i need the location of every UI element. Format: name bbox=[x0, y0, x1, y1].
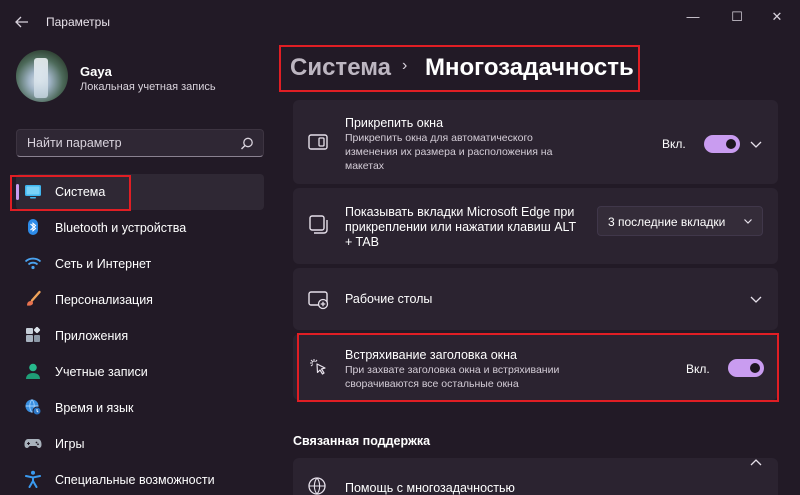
chevron-down-icon[interactable] bbox=[748, 136, 764, 152]
snap-toggle[interactable] bbox=[704, 135, 740, 153]
sidebar-item-gaming[interactable]: Игры bbox=[16, 426, 264, 462]
toggle-knob bbox=[750, 363, 760, 373]
sidebar-item-label: Bluetooth и устройства bbox=[55, 221, 187, 235]
apps-icon bbox=[26, 326, 41, 342]
page-title: Многозадачность bbox=[425, 54, 634, 81]
sidebar-item-label: Персонализация bbox=[55, 293, 153, 307]
chevron-down-icon bbox=[744, 219, 752, 224]
cursor-shake-icon bbox=[310, 359, 326, 375]
sidebar-nav: Система Bluetooth и устройства Сеть и Ин… bbox=[16, 174, 264, 495]
brush-icon bbox=[27, 290, 41, 306]
sidebar-item-network[interactable]: Сеть и Интернет bbox=[16, 246, 264, 282]
toggle-knob bbox=[726, 139, 736, 149]
sidebar-item-apps[interactable]: Приложения bbox=[16, 318, 264, 354]
multitasking-help-card[interactable]: Помощь с многозадачностью bbox=[293, 458, 778, 495]
multitask-window-icon bbox=[309, 215, 328, 234]
accessibility-icon bbox=[25, 470, 41, 488]
search-input[interactable]: Найти параметр bbox=[16, 129, 264, 157]
sidebar-item-label: Учетные записи bbox=[55, 365, 148, 379]
search-icon[interactable] bbox=[239, 136, 255, 152]
snap-title: Прикрепить окна bbox=[345, 116, 444, 130]
sidebar-item-bluetooth[interactable]: Bluetooth и устройства bbox=[16, 210, 264, 246]
globe-icon bbox=[308, 477, 326, 495]
snap-layout-icon bbox=[308, 134, 328, 150]
sidebar-item-label: Система bbox=[55, 185, 106, 199]
sidebar-item-personalization[interactable]: Персонализация bbox=[16, 282, 264, 318]
related-support-heading: Связанная поддержка bbox=[293, 434, 431, 448]
dropdown-selected-value: 3 последние вкладки bbox=[608, 215, 726, 229]
profile-name: Gaya bbox=[80, 64, 112, 79]
edge-tabs-dropdown[interactable]: 3 последние вкладки bbox=[597, 206, 763, 236]
title-bar-shake-title: Встряхивание заголовка окна bbox=[345, 348, 518, 362]
snap-toggle-label: Вкл. bbox=[662, 137, 686, 151]
title-bar-shake-toggle-label: Вкл. bbox=[686, 362, 710, 376]
breadcrumb-separator: › bbox=[402, 57, 408, 74]
sidebar-item-accounts[interactable]: Учетные записи bbox=[16, 354, 264, 390]
search-placeholder: Найти параметр bbox=[27, 136, 122, 150]
breadcrumb-parent[interactable]: Система bbox=[290, 54, 391, 82]
avatar[interactable] bbox=[16, 50, 68, 102]
desktops-icon bbox=[308, 291, 329, 310]
sidebar-item-label: Приложения bbox=[55, 329, 129, 343]
edge-tabs-title: Показывать вкладки Microsoft Edge при пр… bbox=[345, 205, 576, 249]
snap-description: Прикрепить окна для автоматического изме… bbox=[345, 132, 553, 172]
desktops-card[interactable]: Рабочие столы bbox=[293, 268, 778, 330]
sidebar-item-accessibility[interactable]: Специальные возможности bbox=[16, 462, 264, 495]
title-bar: Параметры — ☐ ✕ bbox=[0, 0, 800, 44]
wifi-icon bbox=[24, 257, 42, 270]
chevron-down-icon[interactable] bbox=[748, 291, 764, 307]
title-bar-shake-card: Встряхивание заголовка окна При захвате … bbox=[293, 334, 778, 400]
sidebar-item-label: Сеть и Интернет bbox=[55, 257, 152, 271]
sidebar-item-label: Игры bbox=[55, 437, 85, 451]
snap-windows-card[interactable]: Прикрепить окна Прикрепить окна для авто… bbox=[293, 100, 778, 184]
sidebar-item-label: Специальные возможности bbox=[55, 473, 215, 487]
multitasking-help-title: Помощь с многозадачностью bbox=[345, 481, 515, 495]
sidebar-item-label: Время и язык bbox=[55, 401, 134, 415]
person-icon bbox=[26, 363, 40, 379]
sidebar-item-time-language[interactable]: Время и язык bbox=[16, 390, 264, 426]
edge-tabs-card: Показывать вкладки Microsoft Edge при пр… bbox=[293, 188, 778, 264]
gamepad-icon bbox=[24, 439, 42, 448]
bluetooth-icon bbox=[28, 219, 38, 235]
minimize-button[interactable]: — bbox=[676, 6, 710, 28]
app-title: Параметры bbox=[46, 15, 110, 29]
monitor-icon bbox=[25, 185, 41, 199]
globe-clock-icon bbox=[25, 399, 42, 416]
maximize-button[interactable]: ☐ bbox=[720, 6, 754, 28]
title-bar-shake-description: При захвате заголовка окна и встряхивани… bbox=[345, 364, 560, 390]
chevron-up-icon[interactable] bbox=[748, 455, 764, 471]
active-indicator bbox=[16, 184, 19, 200]
sidebar-item-system[interactable]: Система bbox=[16, 174, 264, 210]
desktops-title: Рабочие столы bbox=[345, 292, 433, 306]
profile-account-type: Локальная учетная запись bbox=[80, 81, 216, 93]
title-bar-shake-toggle[interactable] bbox=[728, 359, 764, 377]
arrow-left-icon bbox=[15, 16, 28, 28]
back-button[interactable] bbox=[10, 10, 34, 34]
close-button[interactable]: ✕ bbox=[760, 6, 794, 28]
